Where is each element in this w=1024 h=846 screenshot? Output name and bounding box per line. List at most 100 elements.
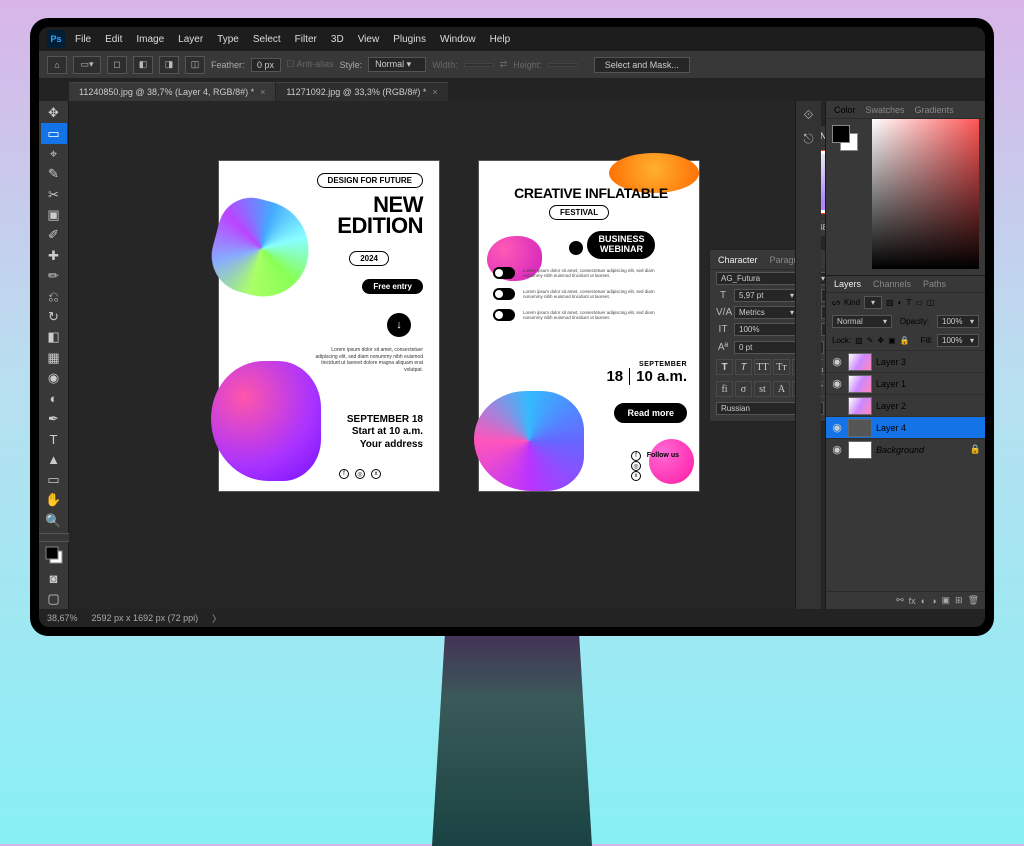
tab-channels[interactable]: Channels bbox=[873, 279, 911, 289]
color-picker[interactable] bbox=[872, 119, 979, 269]
blur-tool-icon[interactable]: ◉ bbox=[41, 368, 67, 388]
menu-type[interactable]: Type bbox=[217, 34, 239, 45]
layer-row[interactable]: ◉Layer 4 bbox=[826, 416, 985, 438]
style-select[interactable]: Normal ▾ bbox=[368, 57, 426, 72]
quick-mask-icon[interactable]: ◙ bbox=[41, 568, 67, 588]
selection-subtract-icon[interactable]: ◨ bbox=[159, 56, 179, 74]
bold-button[interactable]: T bbox=[716, 359, 733, 375]
layer-filter-select[interactable]: ▾ bbox=[864, 296, 882, 309]
filter-shape-icon[interactable]: ▭ bbox=[915, 298, 923, 307]
filter-type-icon[interactable]: T bbox=[906, 298, 911, 307]
color-swatch-icon[interactable] bbox=[41, 542, 67, 568]
new-layer-icon[interactable]: ⊞ bbox=[955, 595, 963, 606]
menu-edit[interactable]: Edit bbox=[105, 34, 122, 45]
lasso-tool-icon[interactable]: ⌖ bbox=[41, 144, 67, 164]
visibility-icon[interactable]: ◉ bbox=[830, 421, 844, 434]
panel-icon[interactable]: ⎋ bbox=[803, 131, 813, 147]
tab-paths[interactable]: Paths bbox=[923, 279, 946, 289]
lock-transparency-icon[interactable]: ▨ bbox=[855, 336, 863, 345]
tab-character[interactable]: Character bbox=[718, 255, 758, 265]
antialias-checkbox[interactable]: ☐ Anti-alias bbox=[287, 59, 334, 70]
menu-image[interactable]: Image bbox=[136, 34, 164, 45]
canvas[interactable]: DESIGN FOR FUTURE NEWEDITION 2024 Free e… bbox=[69, 101, 985, 609]
filter-pixel-icon[interactable]: ▧ bbox=[886, 298, 894, 307]
brush-tool-icon[interactable]: ✏ bbox=[41, 266, 67, 286]
edit-toolbar-icon[interactable] bbox=[39, 533, 69, 542]
adjustment-layer-icon[interactable]: ◑ bbox=[931, 596, 936, 606]
select-and-mask-button[interactable]: Select and Mask... bbox=[594, 57, 690, 73]
healing-brush-tool-icon[interactable]: ✚ bbox=[41, 246, 67, 266]
menu-filter[interactable]: Filter bbox=[295, 34, 317, 45]
filter-adjust-icon[interactable]: ◐ bbox=[898, 298, 903, 307]
pen-tool-icon[interactable]: ✒ bbox=[41, 409, 67, 429]
vscale-input[interactable]: 100% bbox=[734, 323, 799, 336]
menu-view[interactable]: View bbox=[358, 34, 380, 45]
kerning-input[interactable]: Metrics▾ bbox=[734, 306, 799, 319]
foreground-background-swatch[interactable] bbox=[832, 125, 860, 151]
opacity-input[interactable]: 100%▾ bbox=[937, 315, 979, 328]
ligature-button[interactable]: fi bbox=[716, 381, 733, 397]
tab-layers[interactable]: Layers bbox=[834, 279, 861, 289]
marquee-tool-preset-icon[interactable]: ▭▾ bbox=[73, 56, 101, 74]
layer-row[interactable]: ◉Layer 3 bbox=[826, 350, 985, 372]
close-icon[interactable]: × bbox=[260, 87, 265, 97]
tab-gradients[interactable]: Gradients bbox=[915, 105, 954, 115]
screen-mode-icon[interactable]: ▢ bbox=[41, 589, 67, 609]
selection-new-icon[interactable]: ◻ bbox=[107, 56, 127, 74]
layer-row[interactable]: Layer 2 bbox=[826, 394, 985, 416]
home-icon[interactable]: ⌂ bbox=[47, 56, 67, 74]
move-tool-icon[interactable]: ✥ bbox=[41, 103, 67, 123]
menu-select[interactable]: Select bbox=[253, 34, 281, 45]
ordinals-button[interactable]: σ bbox=[735, 381, 752, 397]
lock-all-icon[interactable]: 🔒 bbox=[900, 336, 910, 345]
font-size-input[interactable]: 5,97 pt▾ bbox=[734, 289, 799, 302]
visibility-icon[interactable]: ◉ bbox=[830, 355, 844, 368]
swash-button[interactable]: st bbox=[754, 381, 771, 397]
panel-icon[interactable]: ⟐ bbox=[803, 107, 813, 123]
hand-tool-icon[interactable]: ✋ bbox=[41, 490, 67, 510]
quick-select-tool-icon[interactable]: ✎ bbox=[41, 164, 67, 184]
menu-3d[interactable]: 3D bbox=[331, 34, 344, 45]
feather-input[interactable]: 0 px bbox=[251, 58, 281, 72]
allcaps-button[interactable]: TT bbox=[754, 359, 771, 375]
menu-plugins[interactable]: Plugins bbox=[393, 34, 426, 45]
layer-fx-icon[interactable]: fx bbox=[909, 596, 916, 606]
selection-intersect-icon[interactable]: ◫ bbox=[185, 56, 205, 74]
gradient-tool-icon[interactable]: ▦ bbox=[41, 348, 67, 368]
selection-add-icon[interactable]: ◧ bbox=[133, 56, 153, 74]
crop-tool-icon[interactable]: ✂ bbox=[41, 185, 67, 205]
tab-swatches[interactable]: Swatches bbox=[866, 105, 905, 115]
document-tab[interactable]: 11271092.jpg @ 33,3% (RGB/8#) *× bbox=[276, 82, 447, 101]
lock-pixels-icon[interactable]: ✎ bbox=[867, 336, 874, 345]
blend-mode-select[interactable]: Normal▾ bbox=[832, 315, 892, 328]
layer-row[interactable]: ◉Layer 1 bbox=[826, 372, 985, 394]
fill-input[interactable]: 100%▾ bbox=[937, 334, 979, 347]
history-brush-tool-icon[interactable]: ↻ bbox=[41, 307, 67, 327]
visibility-icon[interactable]: ◉ bbox=[830, 443, 844, 456]
zoom-tool-icon[interactable]: 🔍 bbox=[41, 511, 67, 531]
lock-position-icon[interactable]: ✥ bbox=[877, 336, 884, 345]
italic-button[interactable]: T bbox=[735, 359, 752, 375]
layer-row[interactable]: ◉Background🔒 bbox=[826, 438, 985, 460]
menu-file[interactable]: File bbox=[75, 34, 91, 45]
filter-smart-icon[interactable]: ◫ bbox=[927, 298, 935, 307]
tab-color[interactable]: Color bbox=[834, 105, 856, 115]
type-tool-icon[interactable]: T bbox=[41, 429, 67, 449]
status-zoom[interactable]: 38,67% bbox=[47, 613, 78, 623]
visibility-icon[interactable]: ◉ bbox=[830, 377, 844, 390]
menu-help[interactable]: Help bbox=[490, 34, 511, 45]
eraser-tool-icon[interactable]: ◧ bbox=[41, 327, 67, 347]
clone-stamp-tool-icon[interactable]: ⎌ bbox=[41, 286, 67, 306]
path-select-tool-icon[interactable]: ▲ bbox=[41, 449, 67, 469]
delete-layer-icon[interactable]: 🗑 bbox=[968, 595, 979, 606]
close-icon[interactable]: × bbox=[432, 87, 437, 97]
smallcaps-button[interactable]: Tᴛ bbox=[773, 359, 790, 375]
link-layers-icon[interactable]: ⚯ bbox=[896, 595, 904, 606]
frame-tool-icon[interactable]: ▣ bbox=[41, 205, 67, 225]
titling-button[interactable]: A bbox=[773, 381, 790, 397]
group-icon[interactable]: ▣ bbox=[942, 595, 951, 606]
dodge-tool-icon[interactable]: ◐ bbox=[41, 388, 67, 408]
lock-artboard-icon[interactable]: ▣ bbox=[888, 336, 896, 345]
layer-mask-icon[interactable]: ◐ bbox=[921, 596, 926, 606]
shape-tool-icon[interactable]: ▭ bbox=[41, 470, 67, 490]
